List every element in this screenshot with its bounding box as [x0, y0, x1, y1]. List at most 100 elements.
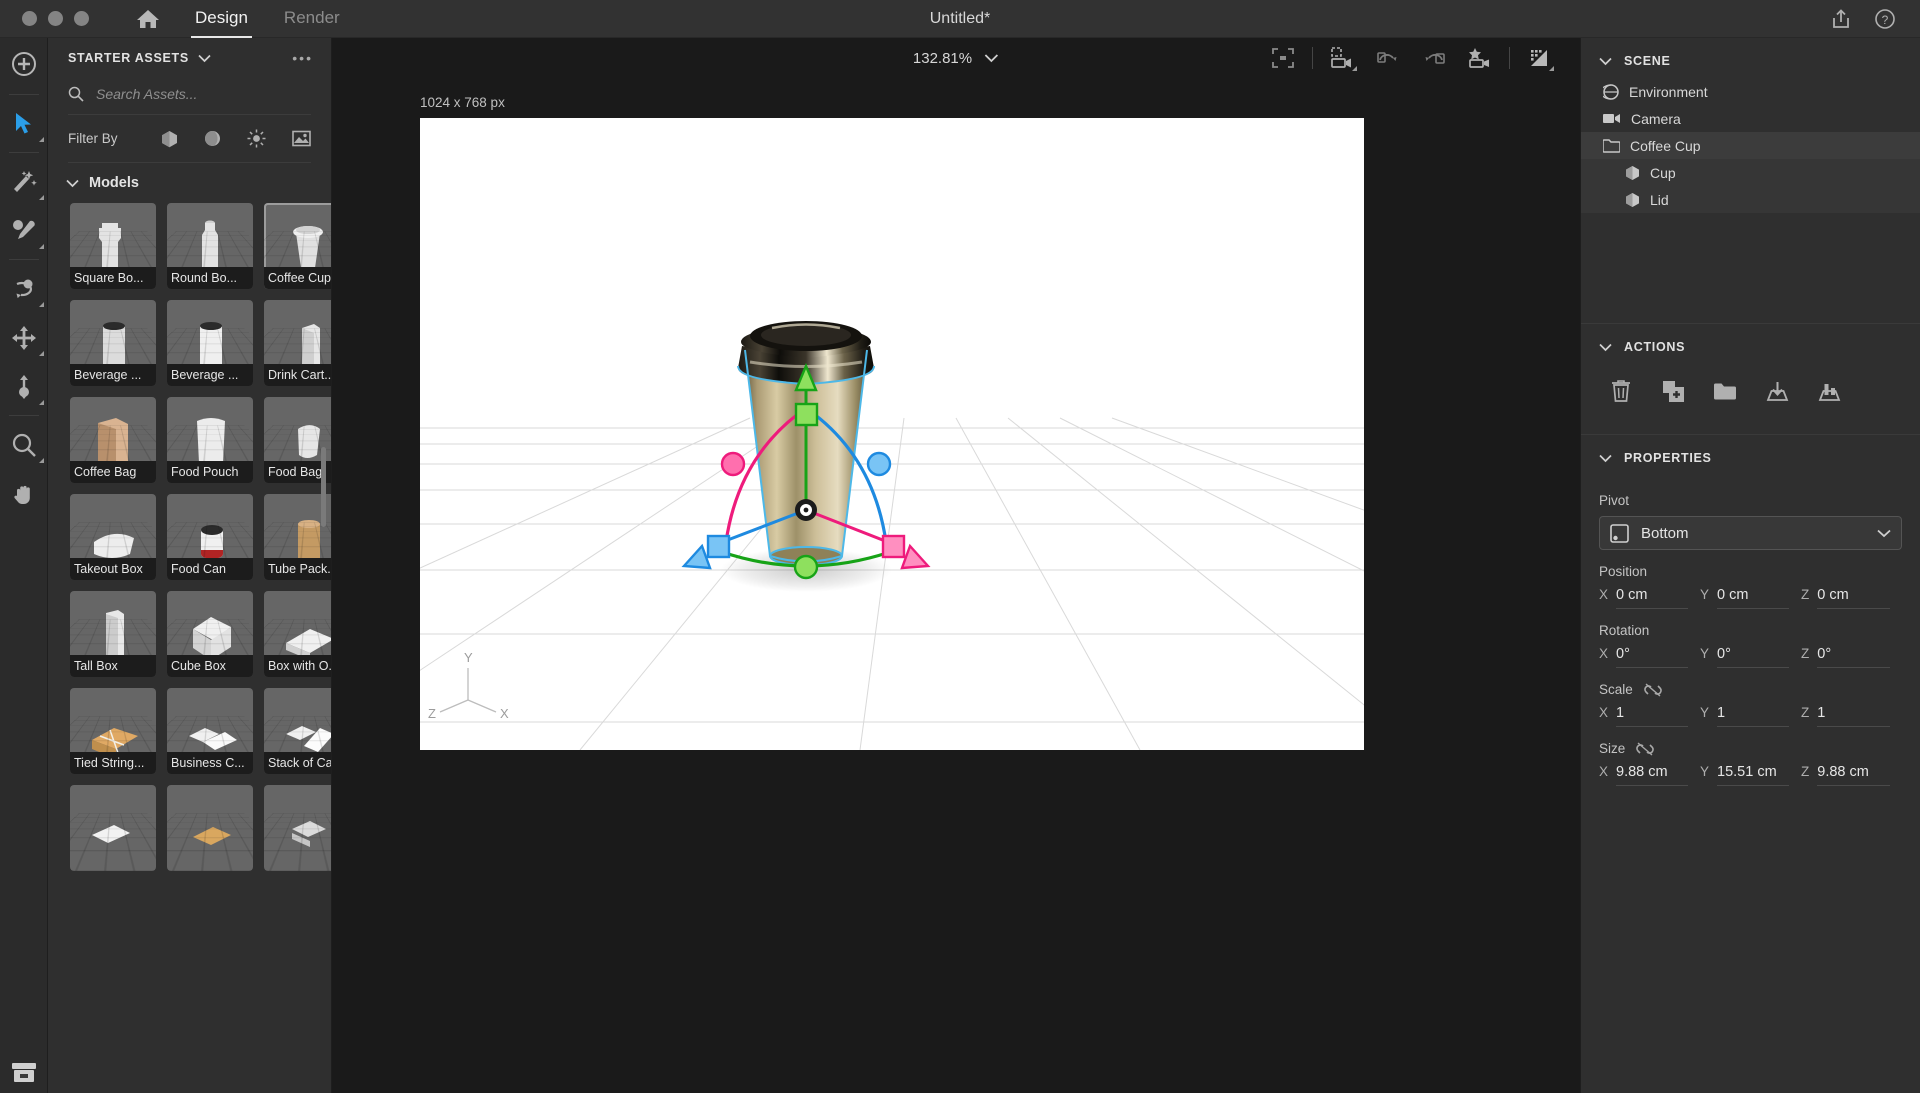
search-input[interactable]: [96, 86, 286, 102]
asset-item[interactable]: Coffee Bag: [70, 397, 156, 483]
rotation-x-value[interactable]: 0°: [1616, 646, 1688, 668]
asset-item[interactable]: Tall Box: [70, 591, 156, 677]
broken-link-icon[interactable]: [1643, 683, 1663, 697]
orbit-tool[interactable]: [0, 264, 48, 313]
align-button[interactable]: [1803, 374, 1855, 408]
asset-thumbnail[interactable]: [70, 785, 156, 871]
tool-flyout-indicator[interactable]: [39, 244, 44, 249]
scale-x-value[interactable]: 1: [1616, 705, 1688, 727]
size-x-field[interactable]: X 9.88 cm: [1599, 764, 1700, 786]
ellipsis-icon[interactable]: •••: [292, 55, 313, 61]
tool-flyout-indicator[interactable]: [39, 195, 44, 200]
render-canvas[interactable]: Y Z X: [420, 118, 1364, 750]
sampler-tool[interactable]: [0, 206, 48, 255]
position-y-field[interactable]: Y 0 cm: [1700, 587, 1801, 609]
position-x-field[interactable]: X 0 cm: [1599, 587, 1700, 609]
size-y-field[interactable]: Y 15.51 cm: [1700, 764, 1801, 786]
position-z-field[interactable]: Z 0 cm: [1801, 587, 1902, 609]
magic-wand-tool[interactable]: [0, 157, 48, 206]
chevron-down-icon[interactable]: [1877, 529, 1891, 538]
scene-panel-header[interactable]: SCENE: [1581, 38, 1920, 78]
zoom-control[interactable]: 132.81%: [913, 50, 999, 67]
duplicate-button[interactable]: [1647, 374, 1699, 408]
position-y-value[interactable]: 0 cm: [1717, 587, 1789, 609]
light-sun-icon[interactable]: [247, 129, 266, 148]
model-cube-icon[interactable]: [161, 130, 178, 148]
tab-design[interactable]: Design: [191, 8, 252, 38]
pivot-select[interactable]: Bottom: [1599, 516, 1902, 550]
asset-item[interactable]: Drink Cart...: [264, 300, 331, 386]
camera-bookmark-icon[interactable]: [1319, 38, 1365, 78]
scene-tree-item-lid[interactable]: Lid: [1581, 186, 1920, 213]
close-window-button[interactable]: [22, 11, 37, 26]
image-icon[interactable]: [292, 130, 311, 147]
asset-item[interactable]: [167, 785, 253, 871]
group-button[interactable]: [1699, 374, 1751, 408]
position-z-value[interactable]: 0 cm: [1817, 587, 1890, 609]
canvas-area[interactable]: 1024 x 768 px: [332, 78, 1580, 1093]
scene-tree-item-cup[interactable]: Cup: [1581, 159, 1920, 186]
properties-panel-header[interactable]: PROPERTIES: [1581, 435, 1920, 475]
minimize-window-button[interactable]: [48, 11, 63, 26]
help-icon[interactable]: ?: [1874, 8, 1896, 30]
home-icon[interactable]: [131, 2, 165, 36]
asset-item[interactable]: Stack of Ca...: [264, 688, 331, 774]
assets-grid-scroll[interactable]: Square Bo...Round Bo...Coffee CupBeverag…: [48, 199, 331, 1093]
asset-item[interactable]: [264, 785, 331, 871]
tab-render[interactable]: Render: [280, 8, 344, 38]
scale-y-value[interactable]: 1: [1717, 705, 1789, 727]
maximize-window-button[interactable]: [74, 11, 89, 26]
window-controls[interactable]: [0, 11, 89, 26]
select-tool[interactable]: [0, 99, 48, 148]
move-to-ground-button[interactable]: [1751, 374, 1803, 408]
rotation-z-field[interactable]: Z 0°: [1801, 646, 1902, 668]
broken-link-icon[interactable]: [1635, 742, 1655, 756]
rotation-y-value[interactable]: 0°: [1717, 646, 1789, 668]
asset-item[interactable]: Business C...: [167, 688, 253, 774]
redo-camera-icon[interactable]: [1411, 38, 1457, 78]
asset-item[interactable]: Cube Box: [167, 591, 253, 677]
asset-thumbnail[interactable]: [167, 785, 253, 871]
asset-item[interactable]: Food Pouch: [167, 397, 253, 483]
scale-x-field[interactable]: X 1: [1599, 705, 1700, 727]
flyout-indicator[interactable]: [1352, 66, 1357, 71]
chevron-down-icon[interactable]: [198, 54, 211, 63]
asset-item[interactable]: Beverage ...: [70, 300, 156, 386]
tool-flyout-indicator[interactable]: [39, 351, 44, 356]
chevron-down-icon[interactable]: [984, 53, 999, 63]
fit-to-view-icon[interactable]: [1260, 38, 1306, 78]
chevron-down-icon[interactable]: [1599, 454, 1612, 463]
scene-tree-item-environment[interactable]: Environment: [1581, 78, 1920, 105]
actions-panel-header[interactable]: ACTIONS: [1581, 324, 1920, 364]
asset-item[interactable]: Round Bo...: [167, 203, 253, 289]
size-z-value[interactable]: 9.88 cm: [1817, 764, 1890, 786]
tool-flyout-indicator[interactable]: [39, 302, 44, 307]
move-tool[interactable]: [0, 313, 48, 362]
archive-box-icon[interactable]: [0, 1059, 48, 1085]
asset-item[interactable]: Takeout Box: [70, 494, 156, 580]
mode-tabs[interactable]: Design Render: [191, 0, 344, 38]
scene-tree-item-coffee-cup[interactable]: Coffee Cup: [1581, 132, 1920, 159]
scale-z-value[interactable]: 1: [1817, 705, 1890, 727]
size-z-field[interactable]: Z 9.88 cm: [1801, 764, 1902, 786]
chevron-down-icon[interactable]: [66, 179, 79, 188]
rotation-y-field[interactable]: Y 0°: [1700, 646, 1801, 668]
share-icon[interactable]: [1830, 8, 1852, 30]
rotation-z-value[interactable]: 0°: [1817, 646, 1890, 668]
delete-button[interactable]: [1595, 374, 1647, 408]
asset-item[interactable]: Box with O...: [264, 591, 331, 677]
asset-item[interactable]: Coffee Cup: [264, 203, 331, 289]
pan-tool[interactable]: [0, 469, 48, 518]
scale-z-field[interactable]: Z 1: [1801, 705, 1902, 727]
asset-item[interactable]: Tied String...: [70, 688, 156, 774]
position-x-value[interactable]: 0 cm: [1616, 587, 1688, 609]
tool-flyout-indicator[interactable]: [39, 458, 44, 463]
chevron-down-icon[interactable]: [1599, 57, 1612, 66]
size-y-value[interactable]: 15.51 cm: [1717, 764, 1789, 786]
add-tool[interactable]: [0, 38, 48, 90]
asset-item[interactable]: Food Can: [167, 494, 253, 580]
scale-y-field[interactable]: Y 1: [1700, 705, 1801, 727]
asset-thumbnail[interactable]: [264, 785, 331, 871]
models-section-header[interactable]: Models: [48, 163, 331, 199]
camera-favorite-icon[interactable]: [1457, 38, 1503, 78]
